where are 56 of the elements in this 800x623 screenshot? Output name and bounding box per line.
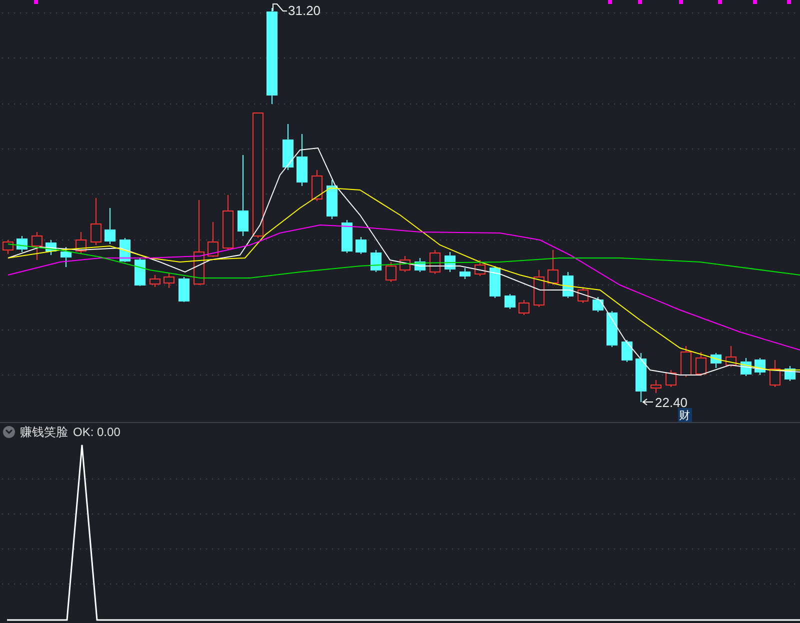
candlestick xyxy=(504,294,516,310)
high-price-label: 31.20 xyxy=(288,3,321,18)
candlestick xyxy=(60,246,72,268)
candlestick xyxy=(90,198,102,246)
candlestick xyxy=(680,346,692,378)
candlestick xyxy=(460,268,470,280)
candlestick xyxy=(76,232,86,254)
candlestick xyxy=(592,296,604,312)
candlestick xyxy=(282,124,294,170)
candlestick xyxy=(32,232,42,260)
candlestick xyxy=(518,300,530,316)
candlestick xyxy=(636,352,646,402)
candlestick xyxy=(578,286,588,304)
candlestick xyxy=(414,258,426,272)
candlestick xyxy=(326,180,338,220)
candlestick xyxy=(342,220,352,254)
candlestick xyxy=(312,170,322,202)
candlestick xyxy=(534,270,544,308)
candlestick xyxy=(490,266,500,298)
candlestick xyxy=(562,272,574,298)
candlestick xyxy=(784,366,796,382)
candlestick xyxy=(696,352,706,376)
candlestick xyxy=(370,250,382,272)
candlestick xyxy=(770,360,780,388)
candlestick xyxy=(46,240,56,256)
candlestick xyxy=(740,358,752,376)
candlestick xyxy=(400,256,410,272)
candlestick xyxy=(726,346,736,368)
candlestick xyxy=(164,272,174,288)
arrow-icon xyxy=(642,398,654,406)
candlestick xyxy=(444,252,456,272)
chevron-down-icon[interactable] xyxy=(3,426,15,438)
candlestick xyxy=(548,250,558,286)
candlestick xyxy=(104,208,116,244)
low-price-label: 22.40 xyxy=(655,395,688,410)
candlestick xyxy=(296,134,308,186)
candlestick xyxy=(222,194,234,250)
candlestick xyxy=(474,260,486,276)
candlestick xyxy=(606,310,618,348)
candlestick xyxy=(622,340,632,362)
candlestick xyxy=(150,274,160,288)
candlestick xyxy=(208,222,218,258)
event-tag: 财 xyxy=(678,408,692,422)
candlestick xyxy=(430,250,440,274)
candlestick xyxy=(386,262,396,282)
indicator-reading: OK: 0.00 xyxy=(73,424,120,441)
candlestick xyxy=(2,240,14,254)
candlestick xyxy=(16,236,28,252)
candlestick xyxy=(356,236,366,254)
candlestick xyxy=(650,380,662,394)
candlestick xyxy=(134,258,146,286)
flag-icon xyxy=(272,4,288,12)
candlestick xyxy=(178,276,190,302)
candlestick xyxy=(710,352,722,368)
indicator-name: 赚钱笑脸 xyxy=(20,424,68,441)
candlestick xyxy=(666,370,676,388)
